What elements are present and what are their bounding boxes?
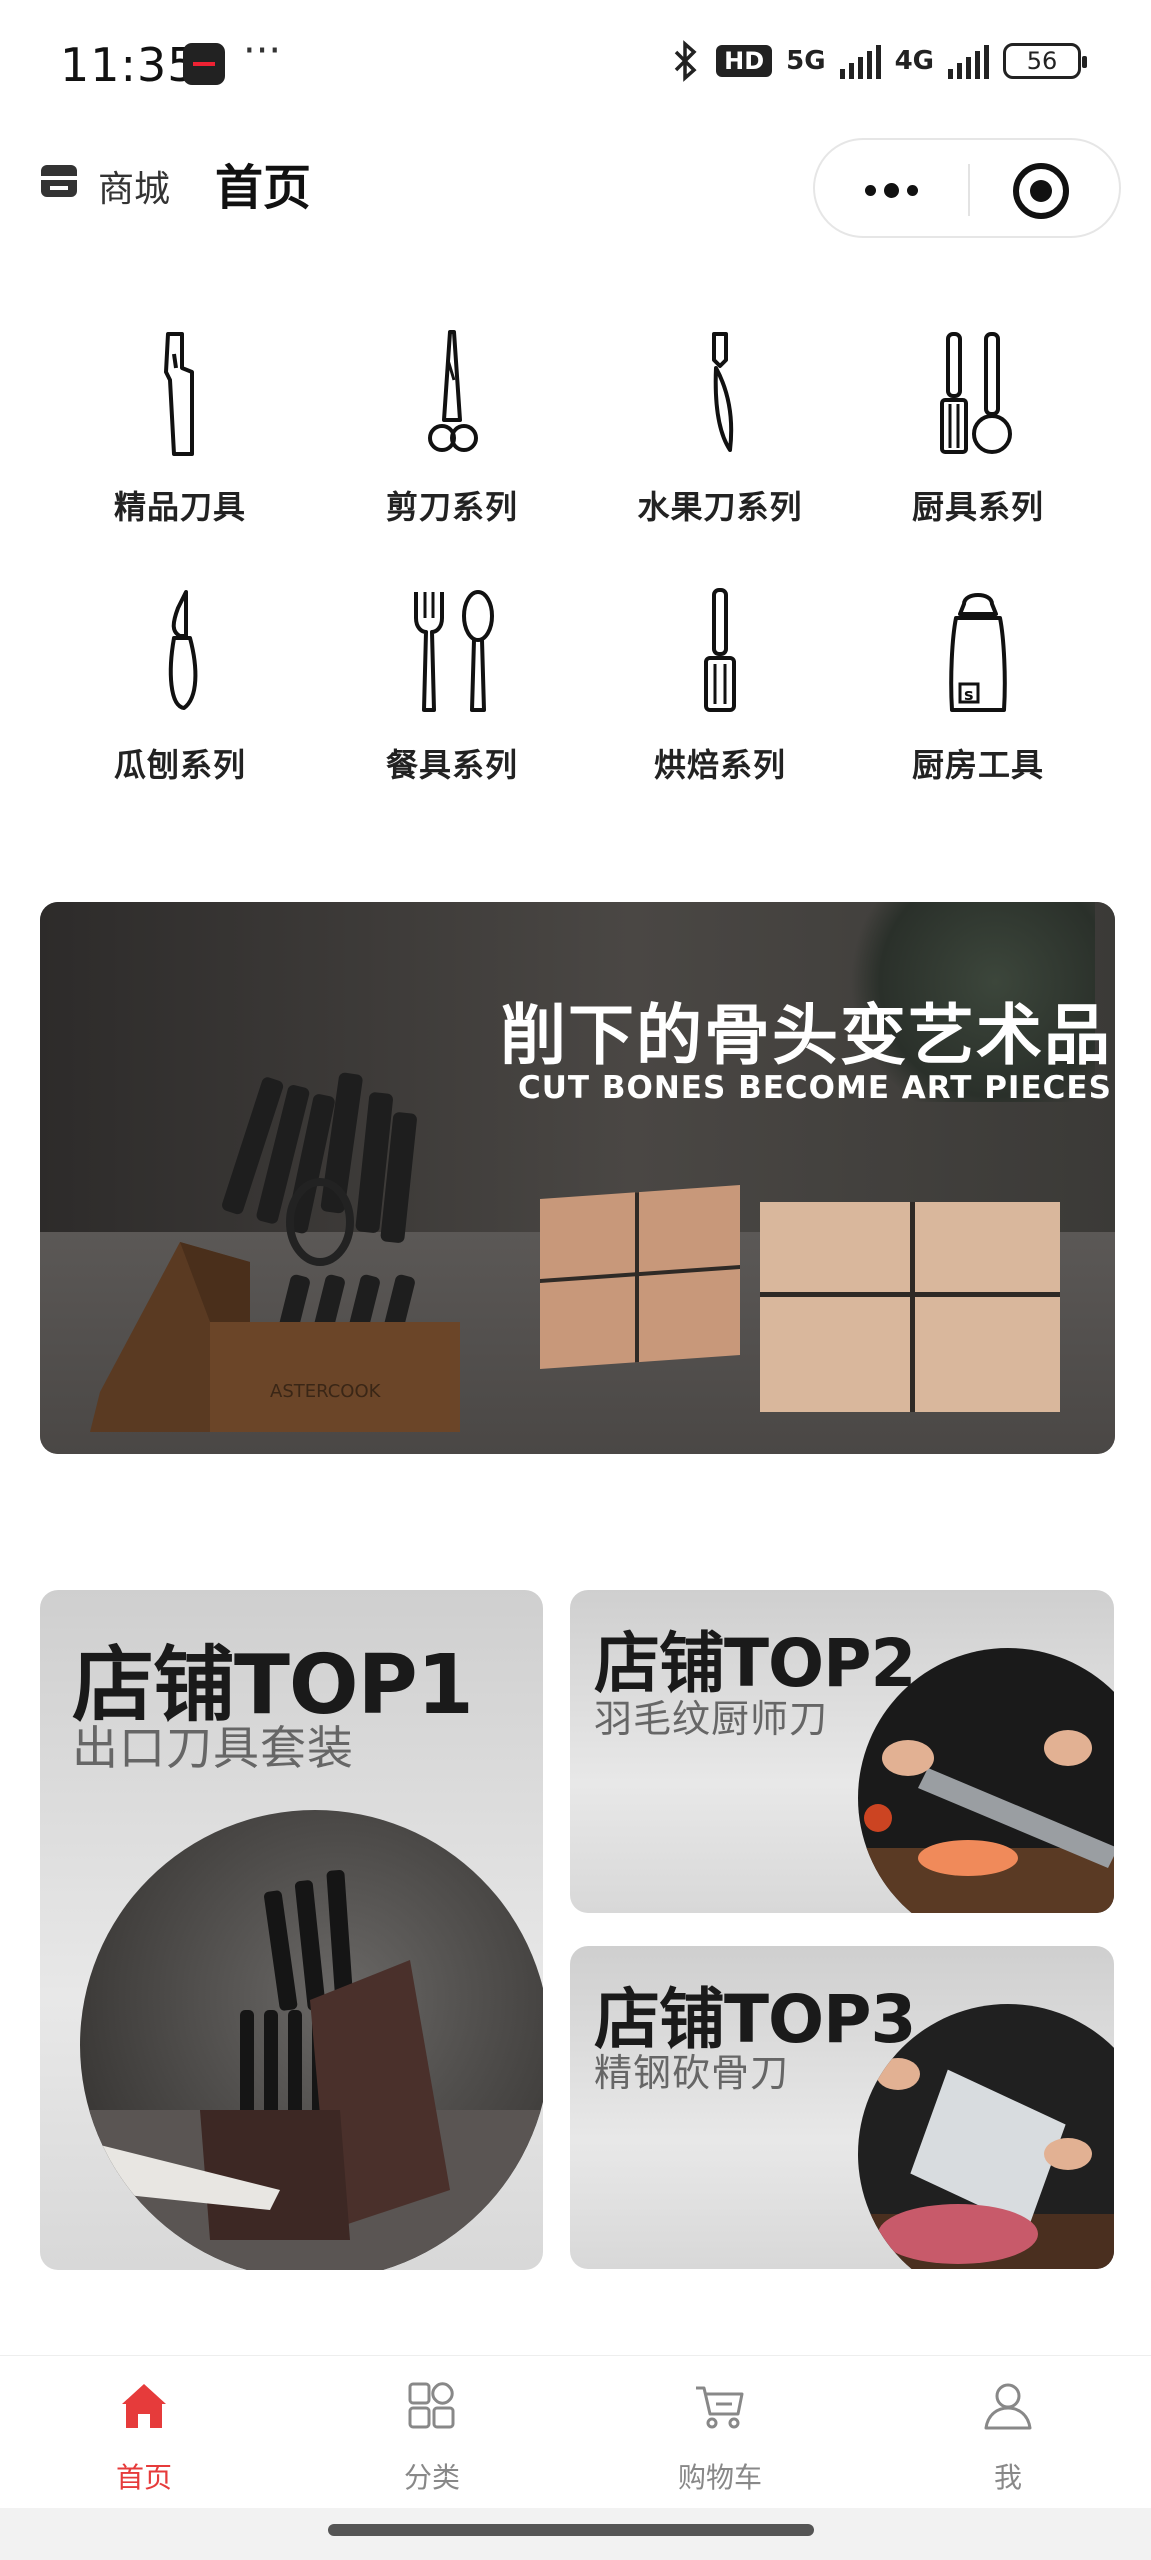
category-label: 厨具系列 [911, 488, 1044, 526]
banner-subline: CUT BONES BECOME ART PIECES [518, 1070, 1112, 1106]
bluetooth-icon [674, 40, 697, 82]
top-card-subtitle: 精钢砍骨刀 [594, 2051, 790, 2095]
tab-label: 我 [993, 2461, 1022, 2494]
tab-me[interactable]: 我 [864, 2356, 1151, 2509]
fork-spoon-icon [414, 590, 494, 712]
top-product-card-1[interactable]: 店铺TOP1 出口刀具套装 [40, 1590, 543, 2270]
top-card-subtitle: 羽毛纹厨师刀 [594, 1697, 829, 1741]
app-notification-icon [183, 43, 225, 85]
shop-link[interactable]: 商城 [98, 160, 170, 212]
scissors-icon [428, 330, 478, 452]
network-4g-label: 4G [894, 46, 934, 76]
miniprogram-capsule [813, 138, 1121, 238]
page-root: 11:35 ··· HD 5G 4G 56 商城 首页 精品刀具 剪刀系列 水果… [0, 0, 1151, 2560]
status-right: HD 5G 4G 56 [668, 40, 1087, 82]
category-item[interactable]: s 厨房工具 [848, 578, 1108, 808]
tab-category[interactable]: 分类 [288, 2356, 576, 2509]
page-title: 首页 [215, 160, 312, 216]
network-5g-label: 5G [786, 46, 826, 76]
top-product-card-2[interactable]: 店铺TOP2 羽毛纹厨师刀 [570, 1590, 1114, 1913]
more-menu-button[interactable] [815, 140, 967, 240]
category-item[interactable]: 餐具系列 [322, 578, 582, 808]
svg-text:s: s [964, 685, 974, 704]
top-card-subtitle: 出口刀具套装 [72, 1721, 354, 1775]
category-item[interactable]: 精品刀具 [50, 320, 310, 550]
promo-banner[interactable]: ASTERCOOK 削下的骨头变艺术品 CUT BONES BECOME ART… [40, 902, 1115, 1454]
category-label: 剪刀系列 [385, 488, 518, 526]
category-label: 厨房工具 [911, 746, 1044, 784]
tab-label: 首页 [115, 2461, 172, 2494]
category-label: 水果刀系列 [637, 488, 803, 526]
peeler-icon [168, 590, 198, 710]
signal-4g-icon [948, 43, 989, 79]
home-icon [122, 2384, 166, 2428]
category-label: 餐具系列 [385, 746, 518, 784]
tab-home[interactable]: 首页 [0, 2356, 288, 2509]
fruit-knife-icon [712, 332, 734, 452]
home-indicator[interactable] [328, 2524, 814, 2536]
category-label: 烘焙系列 [653, 746, 786, 784]
battery-icon: 56 [1003, 43, 1087, 79]
tab-label: 分类 [403, 2461, 460, 2494]
status-time: 11:35 [60, 38, 198, 92]
banner-headline: 削下的骨头变艺术品 [500, 997, 1112, 1074]
kitchen-utensils-icon [940, 332, 1012, 454]
gift-box-small [540, 1185, 740, 1369]
status-more: ··· [243, 28, 282, 74]
top-product-card-3[interactable]: 店铺TOP3 精钢砍骨刀 [570, 1946, 1114, 2269]
nav-header: 商城 首页 [0, 130, 1151, 240]
knife-block-image: ASTERCOOK [90, 1072, 460, 1432]
bottom-tab-bar: 首页 分类 购物车 我 [0, 2355, 1151, 2508]
category-grid-icon [408, 2382, 455, 2429]
tab-cart[interactable]: 购物车 [576, 2356, 864, 2509]
cleaver-icon [164, 332, 194, 456]
cart-icon [696, 2386, 744, 2429]
spatula-icon [704, 588, 736, 712]
status-bar: 11:35 ··· HD 5G 4G 56 [0, 0, 1151, 130]
capsule-divider [968, 164, 970, 216]
signal-5g-icon [839, 43, 881, 79]
shop-icon[interactable] [38, 162, 80, 200]
category-item[interactable]: 水果刀系列 [590, 320, 850, 550]
gift-box-large [760, 1202, 1060, 1412]
hd-badge: HD [716, 45, 773, 77]
close-miniprogram-button[interactable] [1013, 163, 1069, 219]
tab-label: 购物车 [677, 2461, 762, 2494]
user-icon [984, 2383, 1032, 2430]
category-label: 精品刀具 [113, 488, 246, 526]
category-item[interactable]: 剪刀系列 [322, 320, 582, 550]
banner-brand-mark: ASTERCOOK [270, 1381, 382, 1402]
category-label: 瓜刨系列 [113, 746, 246, 784]
salt-shaker-icon: s [949, 593, 1007, 712]
category-item[interactable]: 烘焙系列 [590, 578, 850, 808]
top1-product-image [80, 1810, 543, 2270]
category-item[interactable]: 瓜刨系列 [50, 578, 310, 808]
category-item[interactable]: 厨具系列 [848, 320, 1108, 550]
